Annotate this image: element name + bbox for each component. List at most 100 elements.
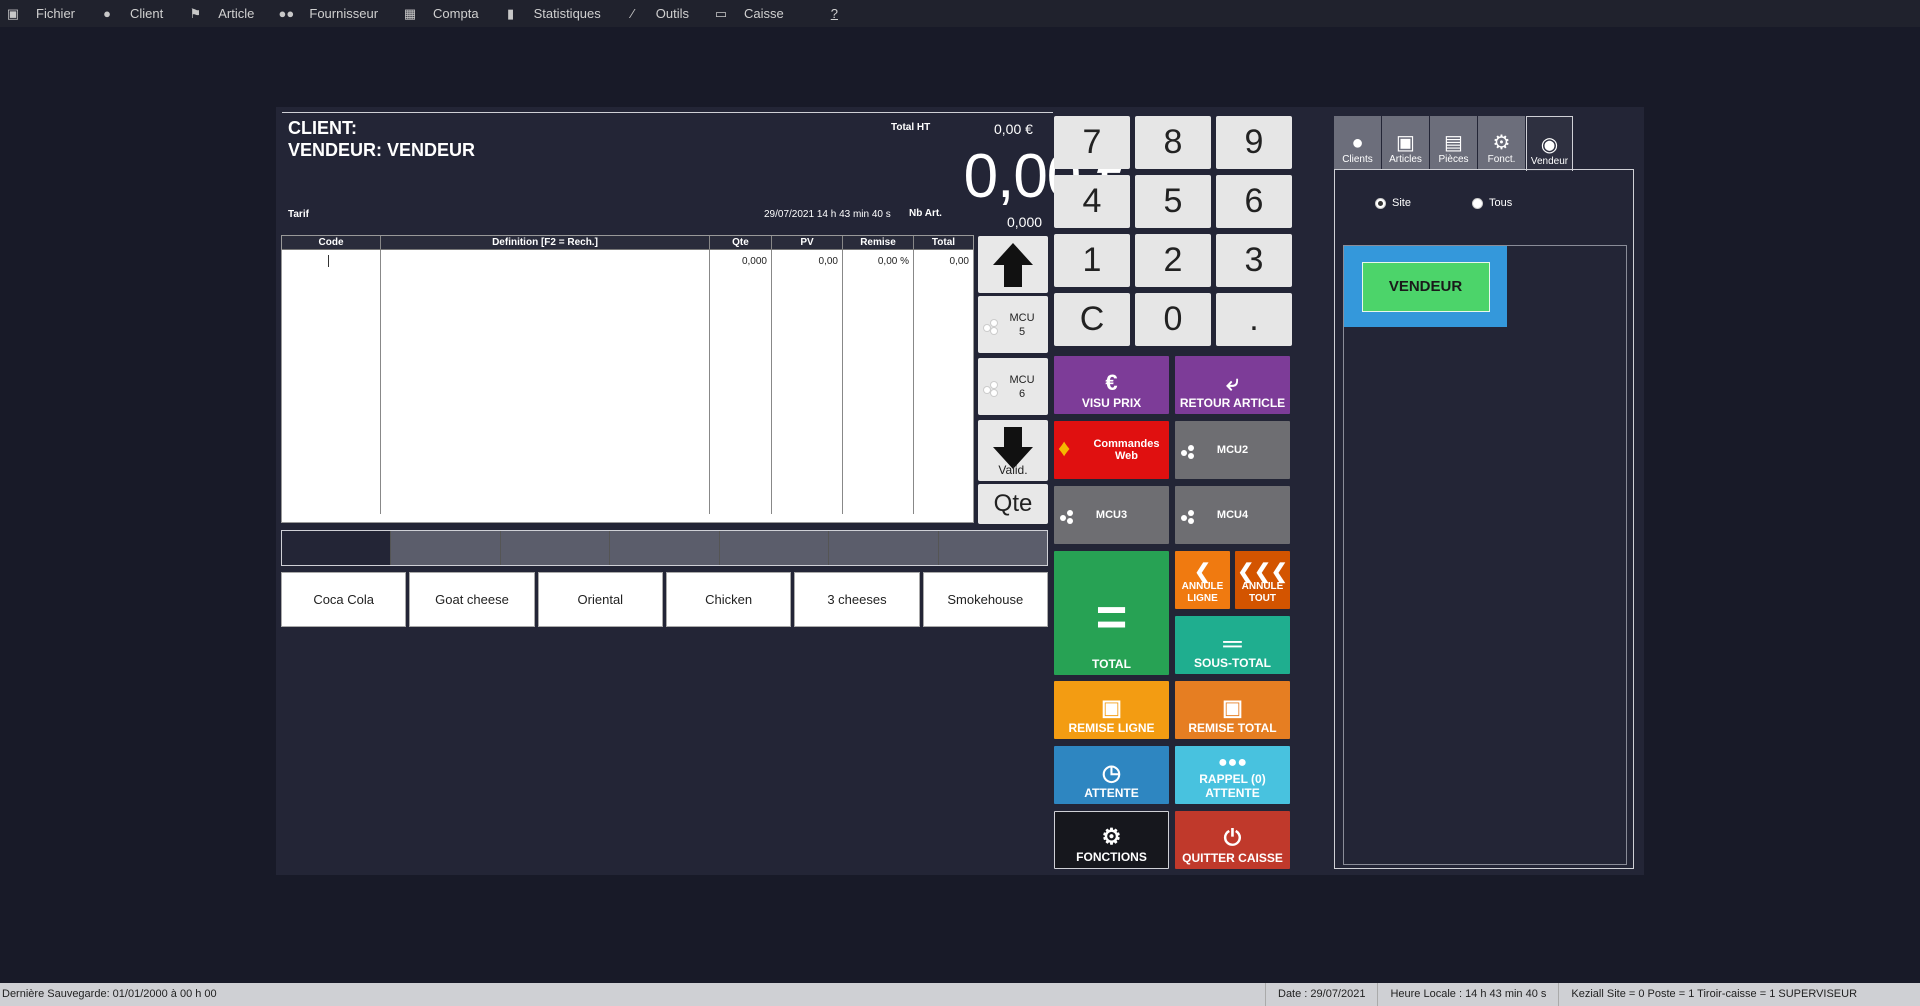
product-grid: Coca Cola Goat cheese Oriental Chicken 3… — [281, 572, 1048, 627]
table-row[interactable] — [282, 418, 973, 442]
tab-vendeur[interactable]: ◉ Vendeur — [1526, 116, 1573, 171]
pos-window: CLIENT: VENDEUR: VENDEUR Tarif Total HT … — [276, 107, 1644, 875]
category-tab[interactable] — [391, 531, 501, 565]
power-icon: ⏻ — [1223, 825, 1242, 850]
menu-outils[interactable]: ∕ Outils — [620, 0, 708, 27]
total-button[interactable]: = TOTAL — [1054, 551, 1169, 675]
key-6[interactable]: 6 — [1216, 175, 1292, 228]
table-row[interactable] — [282, 490, 973, 514]
product-button[interactable]: Goat cheese — [409, 572, 535, 627]
key-3[interactable]: 3 — [1216, 234, 1292, 287]
vendeur-panel: Site Tous VENDEUR — [1334, 169, 1634, 869]
mcu3-button[interactable]: MCU3 — [1054, 486, 1169, 544]
product-button[interactable]: Oriental — [537, 572, 663, 627]
menu-fournisseur[interactable]: ●● Fournisseur — [273, 0, 397, 27]
col-pv: PV — [772, 236, 843, 249]
key-dot[interactable]: . — [1216, 293, 1292, 346]
table-body: 0,000 0,00 0,00 % 0,00 — [282, 250, 973, 514]
key-8[interactable]: 8 — [1135, 116, 1211, 169]
mcu4-button[interactable]: MCU4 — [1175, 486, 1290, 544]
euro-icon: € — [1105, 370, 1118, 395]
key-4[interactable]: 4 — [1054, 175, 1130, 228]
annule-ligne-button[interactable]: ❮ ANNULE LIGNE — [1175, 551, 1230, 609]
remise-ligne-button[interactable]: ▣ REMISE LIGNE — [1054, 681, 1169, 739]
chevron-left-icon: ❮ — [1194, 561, 1211, 583]
key-5[interactable]: 5 — [1135, 175, 1211, 228]
session-info-status: Keziall Site = 0 Poste = 1 Tiroir-caisse… — [1558, 983, 1869, 1006]
tab-clients[interactable]: ● Clients — [1334, 116, 1381, 169]
annule-tout-button[interactable]: ❮❮❮ ANNULE TOUT — [1235, 551, 1290, 609]
tab-pieces[interactable]: ▤ Pièces — [1430, 116, 1477, 169]
cell-remise: 0,00 % — [843, 250, 914, 274]
code-input[interactable] — [282, 250, 381, 274]
category-tab[interactable] — [282, 531, 392, 565]
table-row[interactable] — [282, 466, 973, 490]
mcu6-button[interactable]: MCU 6 — [978, 358, 1048, 415]
table-row[interactable] — [282, 394, 973, 418]
quitter-caisse-button[interactable]: ⏻ QUITTER CAISSE — [1175, 811, 1290, 869]
mcu2-button[interactable]: MCU2 — [1175, 421, 1290, 479]
tab-fonct[interactable]: ⚙ Fonct. — [1478, 116, 1525, 169]
table-row[interactable]: 0,000 0,00 0,00 % 0,00 — [282, 250, 973, 274]
category-tab[interactable] — [938, 531, 1047, 565]
equals-icon: = — [1095, 587, 1128, 647]
user-icon: ● — [103, 6, 111, 21]
key-2[interactable]: 2 — [1135, 234, 1211, 287]
category-tab[interactable] — [500, 531, 611, 565]
date-status: Date : 29/07/2021 — [1265, 983, 1377, 1006]
category-tabs — [281, 530, 1048, 566]
table-row[interactable] — [282, 370, 973, 394]
last-save-status: Dernière Sauvegarde: 01/01/2000 à 00 h 0… — [2, 988, 217, 1000]
clock-icon: ◷ — [1101, 760, 1122, 785]
product-button[interactable]: Chicken — [665, 572, 792, 627]
radio-site[interactable]: Site — [1375, 197, 1411, 209]
tab-articles[interactable]: ▣ Articles — [1382, 116, 1429, 169]
sous-total-button[interactable]: ═ SOUS-TOTAL — [1175, 616, 1290, 674]
vendeur-list: VENDEUR — [1343, 245, 1627, 865]
menu-fichier[interactable]: ▣ Fichier — [0, 0, 94, 27]
attente-button[interactable]: ◷ ATTENTE — [1054, 746, 1169, 804]
key-9[interactable]: 9 — [1216, 116, 1292, 169]
qte-button[interactable]: Qte — [978, 484, 1048, 524]
menu-statistiques[interactable]: ▮ Statistiques — [498, 0, 620, 27]
arrow-up-icon — [993, 242, 1033, 287]
vendeur-button[interactable]: VENDEUR — [1361, 261, 1490, 312]
key-0[interactable]: 0 — [1135, 293, 1211, 346]
category-tab[interactable] — [610, 531, 720, 565]
menu-client[interactable]: ● Client — [94, 0, 182, 27]
scroll-down-valid-button[interactable]: Valid. — [978, 420, 1048, 481]
table-row[interactable] — [282, 298, 973, 322]
menu-help[interactable]: ? — [803, 0, 857, 27]
scroll-up-button[interactable] — [978, 236, 1048, 293]
menu-caisse[interactable]: ▭ Caisse — [708, 0, 803, 27]
dots-icon — [1181, 443, 1195, 459]
fonctions-button[interactable]: ⚙ FONCTIONS — [1054, 811, 1169, 869]
category-tab[interactable] — [829, 531, 939, 565]
product-button[interactable]: Coca Cola — [281, 572, 407, 627]
menu-compta[interactable]: ▦ Compta — [397, 0, 498, 27]
key-7[interactable]: 7 — [1054, 116, 1130, 169]
table-row[interactable] — [282, 442, 973, 466]
ticket-table[interactable]: Code Definition [F2 = Rech.] Qte PV Remi… — [281, 235, 974, 523]
key-1[interactable]: 1 — [1054, 234, 1130, 287]
menu-article[interactable]: ⚑ Article — [182, 0, 273, 27]
product-button[interactable]: Smokehouse — [922, 572, 1048, 627]
product-button[interactable]: 3 cheeses — [794, 572, 920, 627]
mcu5-button[interactable]: MCU 5 — [978, 296, 1048, 353]
visu-prix-button[interactable]: € VISU PRIX — [1054, 356, 1169, 414]
chart-icon: ▮ — [506, 5, 515, 21]
table-row[interactable] — [282, 274, 973, 298]
rappel-attente-button[interactable]: ●●● RAPPEL (0) ATTENTE — [1175, 746, 1290, 804]
article-icon: ⚑ — [189, 5, 202, 21]
dots-icon — [984, 380, 998, 396]
key-clear[interactable]: C — [1054, 293, 1130, 346]
category-tab[interactable] — [719, 531, 830, 565]
file-icon: ▣ — [6, 5, 20, 21]
dots-icon — [1181, 508, 1195, 524]
retour-article-button[interactable]: ⤶ RETOUR ARTICLE — [1175, 356, 1290, 414]
table-row[interactable] — [282, 346, 973, 370]
table-row[interactable] — [282, 322, 973, 346]
remise-total-button[interactable]: ▣ REMISE TOTAL — [1175, 681, 1290, 739]
radio-tous[interactable]: Tous — [1472, 197, 1512, 209]
commandes-web-button[interactable]: ♦ Commandes Web — [1054, 421, 1169, 479]
